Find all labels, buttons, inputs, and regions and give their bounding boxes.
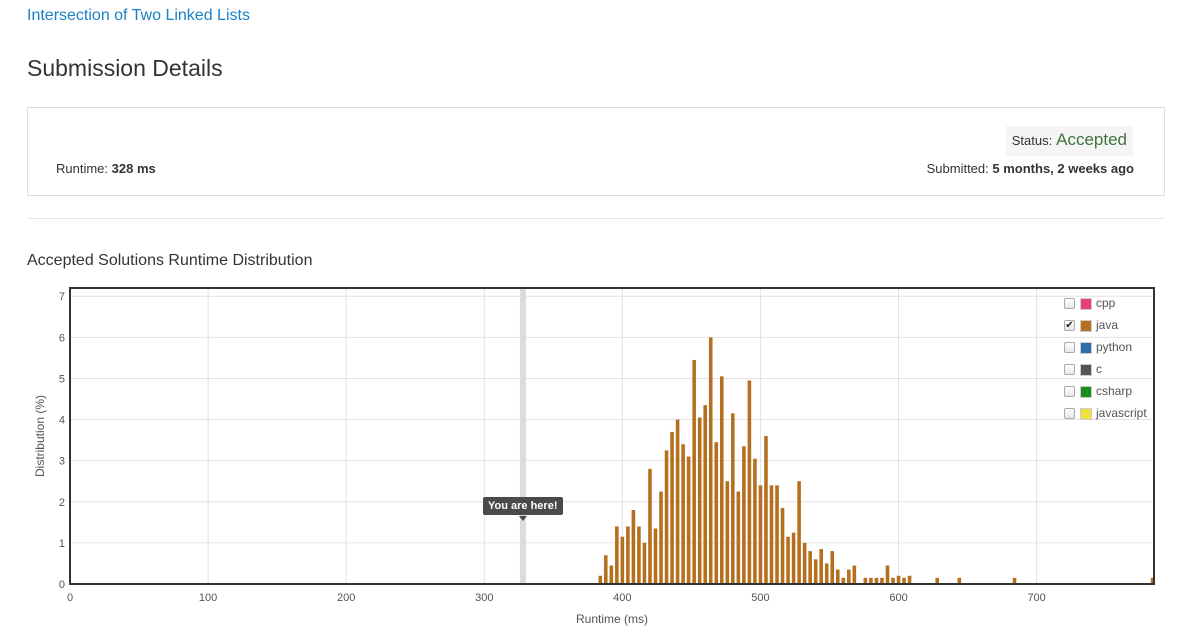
bar — [659, 491, 663, 584]
bar — [797, 481, 801, 584]
bar — [598, 575, 603, 584]
x-tick-label: 300 — [475, 592, 493, 604]
legend-label: java — [1096, 318, 1119, 332]
bar — [626, 526, 630, 584]
legend-checkbox[interactable] — [1064, 298, 1075, 309]
you-are-here-tooltip: You are here! — [483, 497, 563, 515]
bar — [819, 549, 824, 584]
legend-checkbox[interactable] — [1064, 386, 1075, 397]
bar — [747, 380, 752, 584]
y-tick-label: 5 — [59, 373, 65, 385]
bar — [642, 542, 647, 584]
bar — [637, 526, 641, 584]
x-tick-label: 200 — [337, 592, 355, 604]
legend-checkbox[interactable]: ✔ — [1064, 320, 1075, 331]
bar — [615, 526, 619, 584]
bar — [603, 555, 608, 584]
bar — [791, 532, 796, 584]
bar — [758, 485, 763, 584]
bar — [742, 446, 746, 584]
x-tick-label: 0 — [67, 592, 73, 604]
bar — [769, 485, 774, 584]
you-are-here-marker — [519, 288, 526, 584]
x-axis-title: Runtime (ms) — [576, 612, 648, 626]
bar — [681, 444, 685, 584]
bar — [731, 413, 735, 584]
legend-label: javascript — [1096, 406, 1147, 420]
x-tick-label: 700 — [1027, 592, 1045, 604]
legend-label: cpp — [1096, 296, 1116, 310]
bar — [764, 436, 768, 584]
bar — [753, 458, 757, 584]
legend-label: csharp — [1096, 384, 1133, 398]
bar — [907, 575, 912, 584]
runtime-distribution-chart: 0 100 200 300 400 500 600 700 0 1 2 3 4 5 6 7 Runtime (m… — [33, 287, 1155, 626]
y-tick-label: 0 — [59, 579, 65, 591]
bar — [786, 536, 790, 584]
bar — [725, 481, 730, 584]
bar — [852, 565, 857, 584]
bar — [670, 431, 674, 584]
y-tick-label: 2 — [59, 497, 65, 509]
bar — [697, 417, 702, 584]
legend-checkbox[interactable] — [1064, 364, 1075, 375]
legend-checkbox[interactable] — [1064, 408, 1075, 419]
bar — [813, 559, 818, 584]
bar — [609, 565, 614, 584]
legend-swatch — [1080, 386, 1092, 398]
legend-swatch — [1080, 408, 1092, 420]
legend-swatch — [1080, 320, 1092, 332]
bar — [830, 551, 835, 584]
bar — [692, 359, 696, 584]
bar — [775, 485, 779, 584]
bar — [664, 450, 669, 584]
x-tick-label: 500 — [751, 592, 769, 604]
bar — [653, 528, 658, 584]
bar — [648, 468, 652, 584]
y-tick-label: 4 — [59, 415, 65, 427]
legend-swatch — [1080, 342, 1092, 354]
bar — [736, 491, 741, 584]
bar — [631, 510, 636, 584]
plot-area — [70, 288, 1154, 584]
bar — [824, 563, 829, 584]
bar — [714, 442, 719, 584]
bar — [719, 376, 724, 584]
x-tick-label: 400 — [613, 592, 631, 604]
y-tick-label: 1 — [59, 538, 65, 550]
bar — [802, 542, 807, 584]
legend-label: c — [1096, 362, 1102, 376]
bar — [885, 565, 890, 584]
bar — [708, 337, 713, 584]
y-axis-title: Distribution (%) — [33, 395, 47, 477]
y-tick-label: 7 — [59, 291, 65, 303]
bar — [703, 405, 708, 584]
y-tick-label: 3 — [59, 456, 65, 468]
bar — [780, 507, 785, 584]
bar — [675, 419, 680, 584]
x-tick-label: 100 — [199, 592, 217, 604]
bar — [847, 569, 851, 584]
legend-checkbox[interactable] — [1064, 342, 1075, 353]
legend-swatch — [1080, 364, 1092, 376]
legend-swatch — [1080, 298, 1092, 310]
bar — [686, 456, 691, 584]
x-tick-label: 600 — [889, 592, 907, 604]
tooltip-arrow — [519, 516, 527, 521]
y-tick-label: 6 — [59, 332, 65, 344]
bar — [620, 536, 625, 584]
bar — [808, 551, 812, 584]
bar — [896, 575, 901, 584]
bar — [835, 569, 840, 584]
legend-label: python — [1096, 340, 1133, 354]
